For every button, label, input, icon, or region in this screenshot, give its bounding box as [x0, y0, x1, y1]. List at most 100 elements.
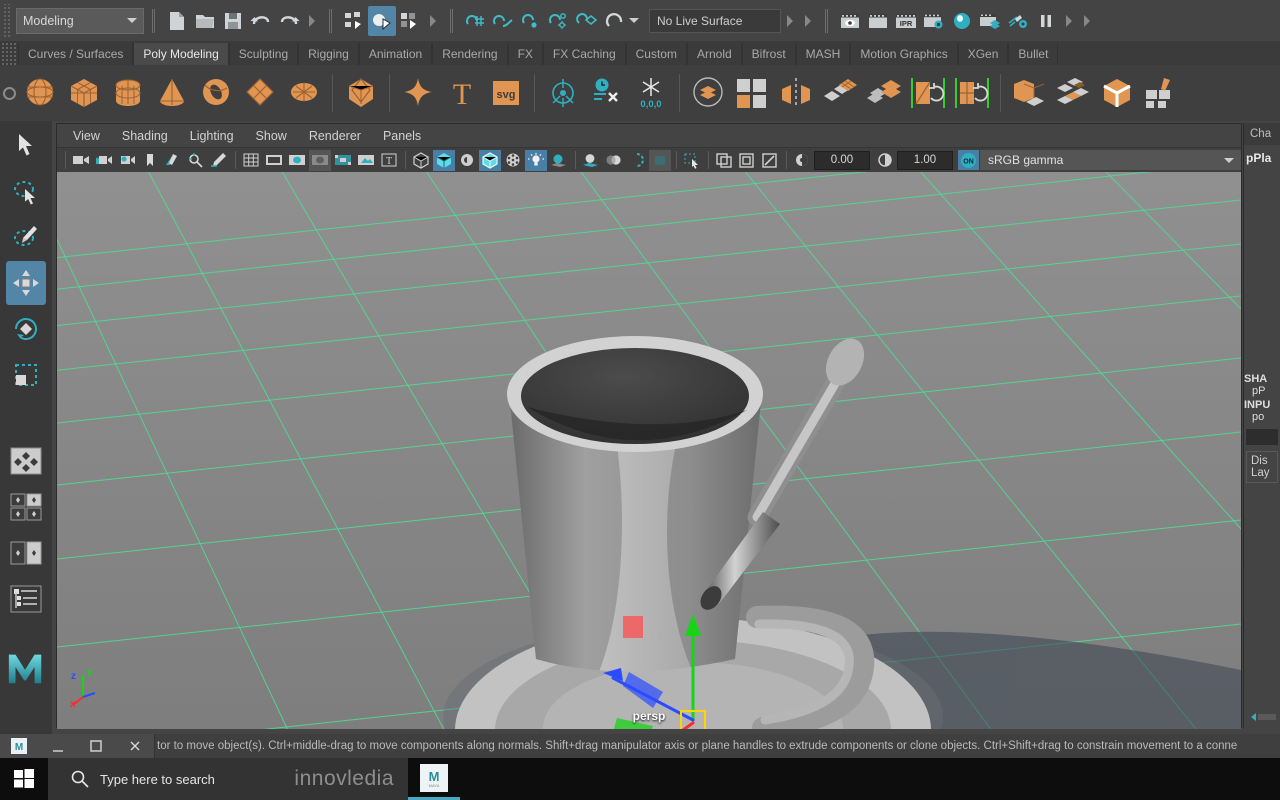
shelf-tab-bullet[interactable]: Bullet: [1008, 43, 1059, 65]
viewport-menu-show[interactable]: Show: [256, 129, 287, 143]
grid-toggle-button[interactable]: [240, 150, 262, 171]
snap-options-chevron-icon[interactable]: [629, 18, 639, 23]
viewport-snapshot-button[interactable]: [736, 150, 758, 171]
motion-blur-button[interactable]: [603, 150, 625, 171]
four-pane-layout-button[interactable]: [6, 485, 46, 529]
poly-cone-button[interactable]: [150, 67, 194, 119]
select-tool[interactable]: [6, 123, 46, 167]
toolbar-expand-arrow-3[interactable]: [787, 14, 793, 27]
combine-button[interactable]: [686, 67, 730, 119]
ta[interactable]: M MAYA: [408, 758, 460, 800]
texture-compression-button[interactable]: [713, 150, 735, 171]
depth-of-field-button[interactable]: [649, 149, 671, 171]
viewport-menu-lighting[interactable]: Lighting: [190, 129, 234, 143]
hypershade-button[interactable]: [948, 6, 976, 36]
shelf-tab-bifrost[interactable]: Bifrost: [741, 43, 796, 65]
shelf-tab-rendering[interactable]: Rendering: [432, 43, 508, 65]
symmetry-mirror-button[interactable]: [906, 67, 950, 119]
toolbar-expand-arrow-5[interactable]: [1066, 14, 1072, 27]
snap-to-view-plane-button[interactable]: [573, 6, 601, 36]
snap-to-grid-button[interactable]: [461, 6, 489, 36]
open-scene-button[interactable]: [191, 6, 219, 36]
svg-tool-button[interactable]: svg: [484, 67, 528, 119]
gamma-field[interactable]: 1.00: [897, 150, 953, 170]
select-camera-button[interactable]: [70, 150, 92, 171]
single-pane-layout-button[interactable]: [6, 439, 46, 483]
shelf-tab-rigging[interactable]: Rigging: [298, 43, 359, 65]
toolbar-expand-arrow-2[interactable]: [430, 14, 436, 27]
bookmark-button[interactable]: [139, 150, 161, 171]
minimize-button[interactable]: [39, 734, 78, 758]
film-gate-button[interactable]: [263, 150, 285, 171]
viewport-3d-scene[interactable]: y z x persp: [57, 172, 1241, 729]
color-management-toggle[interactable]: ON: [958, 150, 979, 170]
screen-space-ao-button[interactable]: [580, 150, 602, 171]
poly-torus-button[interactable]: [194, 67, 238, 119]
poly-super-shape-button[interactable]: [396, 67, 440, 119]
select-by-object-button[interactable]: [368, 5, 396, 36]
shelf-tab-sculpting[interactable]: Sculpting: [228, 43, 299, 65]
move-tool[interactable]: [6, 261, 46, 305]
snap-to-projected-center-button[interactable]: [545, 6, 573, 36]
input-node-item[interactable]: po: [1244, 411, 1280, 423]
two-d-pan-zoom-button[interactable]: [185, 150, 207, 171]
render-current-frame-button[interactable]: [836, 6, 864, 36]
poly-platonic-button[interactable]: [339, 67, 383, 119]
start-button[interactable]: [0, 758, 48, 800]
symmetry-flip-button[interactable]: [950, 67, 994, 119]
horizontal-scrollbar[interactable]: [1246, 710, 1278, 724]
shelf-tab-poly-modeling[interactable]: Poly Modeling: [133, 43, 229, 65]
scale-tool[interactable]: [6, 353, 46, 397]
safe-title-button[interactable]: T: [378, 150, 400, 171]
new-scene-button[interactable]: [163, 6, 191, 36]
grease-pencil-button[interactable]: [208, 150, 230, 171]
render-settings-button[interactable]: [920, 6, 948, 36]
image-plane-button[interactable]: [162, 150, 184, 171]
channel-box-field[interactable]: [1246, 429, 1278, 445]
close-button[interactable]: [116, 734, 155, 758]
film-origin-button[interactable]: [332, 150, 354, 171]
wireframe-on-shaded-button[interactable]: [479, 149, 501, 171]
viewport-menu-view[interactable]: View: [73, 129, 100, 143]
separate-button[interactable]: [730, 67, 774, 119]
redo-button[interactable]: [275, 6, 303, 36]
smooth-shade-all-button[interactable]: [433, 149, 455, 171]
lock-camera-button[interactable]: [93, 150, 115, 171]
toolbar-expand-arrow-6[interactable]: [1084, 14, 1090, 27]
ipr-render-button[interactable]: IPR: [892, 6, 920, 36]
shelf-tab-motion-graphics[interactable]: Motion Graphics: [850, 43, 958, 65]
redo-previous-render-button[interactable]: [864, 6, 892, 36]
paint-select-tool[interactable]: [6, 215, 46, 259]
viewport-menu-renderer[interactable]: Renderer: [309, 129, 361, 143]
render-sequence-button[interactable]: [976, 6, 1004, 36]
safe-action-button[interactable]: [355, 150, 377, 171]
toolbar-expand-arrow-4[interactable]: [805, 14, 811, 27]
viewport-menu-shading[interactable]: Shading: [122, 129, 168, 143]
bevel-button[interactable]: [1051, 67, 1095, 119]
undo-button[interactable]: [247, 6, 275, 36]
smooth-button[interactable]: [818, 67, 862, 119]
bridge-button[interactable]: [1095, 67, 1139, 119]
toggle-pause-button[interactable]: [1032, 6, 1060, 36]
snap-to-curve-button[interactable]: [489, 6, 517, 36]
type-tool-button[interactable]: T: [440, 67, 484, 119]
make-live-button[interactable]: [601, 6, 629, 36]
multi-cut-button[interactable]: [1139, 67, 1183, 119]
center-pivot-button[interactable]: [541, 67, 585, 119]
isolate-select-button[interactable]: [681, 150, 703, 171]
poly-sphere-button[interactable]: [18, 67, 62, 119]
freeze-transformations-button[interactable]: 0,0,0: [629, 67, 673, 119]
menu-set-dropdown[interactable]: Modeling: [16, 7, 144, 34]
rotate-tool[interactable]: [6, 307, 46, 351]
gate-mask-button[interactable]: [309, 149, 331, 171]
select-by-component-button[interactable]: [396, 6, 424, 36]
poly-cylinder-button[interactable]: [106, 67, 150, 119]
shelf-tab-fx[interactable]: FX: [507, 43, 543, 65]
camera-attributes-button[interactable]: [116, 150, 138, 171]
x-ray-button[interactable]: [502, 150, 524, 171]
shelf-options-button[interactable]: [0, 65, 18, 121]
toggle-display-button[interactable]: [759, 150, 781, 171]
exposure-field[interactable]: 0.00: [814, 150, 870, 170]
viewport-menu-panels[interactable]: Panels: [383, 129, 421, 143]
mirror-button[interactable]: [774, 67, 818, 119]
